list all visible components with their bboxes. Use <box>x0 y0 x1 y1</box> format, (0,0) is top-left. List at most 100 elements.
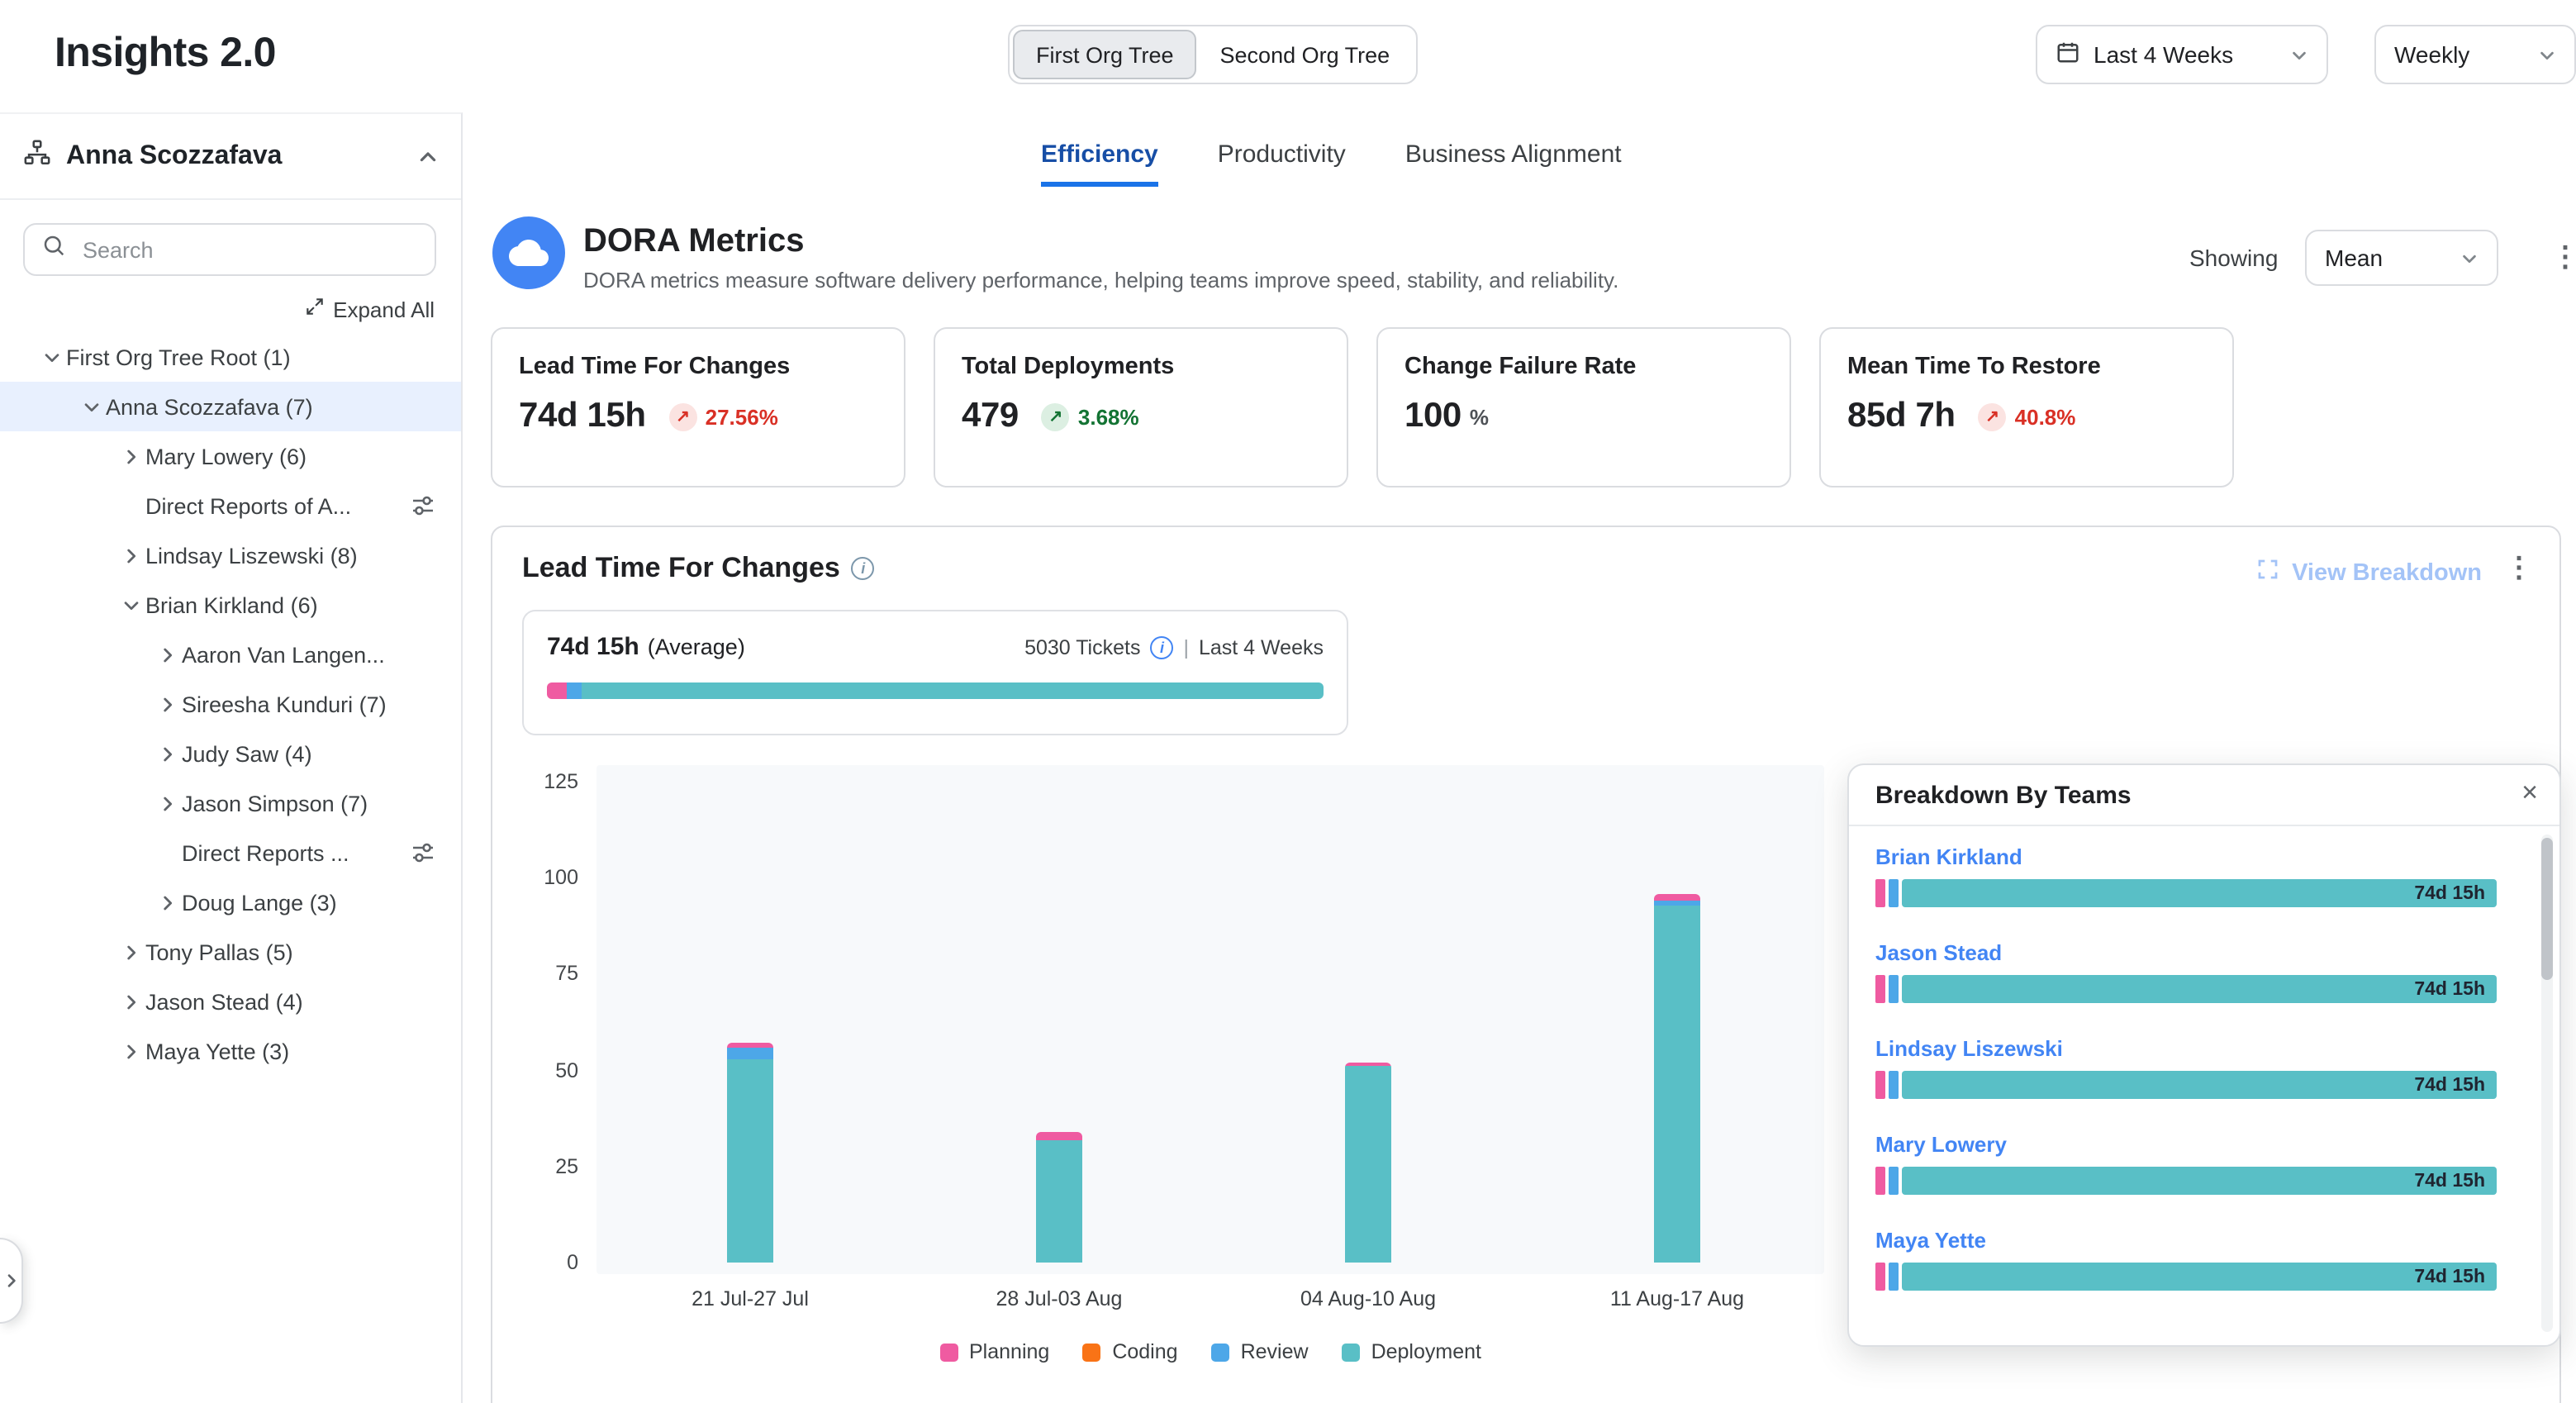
bar-stack[interactable] <box>1345 1063 1391 1263</box>
tree-item[interactable]: Judy Saw (4) <box>0 729 461 778</box>
team-value: 74d 15h <box>2414 883 2485 903</box>
review-segment <box>1889 1263 1899 1291</box>
info-icon[interactable]: i <box>1150 635 1173 659</box>
chevron-right-icon[interactable] <box>116 447 145 465</box>
app-title: Insights 2.0 <box>55 30 276 78</box>
scrollbar-thumb[interactable] <box>2541 838 2553 980</box>
chevron-right-icon[interactable] <box>152 695 182 713</box>
lead-time-title-text: Lead Time For Changes <box>522 552 840 585</box>
chevron-right-icon[interactable] <box>152 744 182 763</box>
separator: | <box>1183 635 1189 659</box>
kebab-menu-icon[interactable]: ⋮ <box>2505 554 2533 582</box>
team-bar: 74d 15h <box>1875 975 2497 1003</box>
chevron-up-icon[interactable] <box>418 146 438 166</box>
calendar-icon <box>2056 40 2080 69</box>
y-tick-label: 25 <box>509 1153 578 1180</box>
team-link[interactable]: Lindsay Liszewski <box>1875 1036 2497 1061</box>
tree-item[interactable]: Brian Kirkland (6) <box>0 580 461 630</box>
tree-item[interactable]: Aaron Van Langen... <box>0 630 461 679</box>
metric-card: Lead Time For Changes74d 15h↗27.56% <box>491 327 905 487</box>
chevron-right-icon[interactable] <box>116 992 145 1011</box>
bar-stack[interactable] <box>727 1044 773 1263</box>
sidebar-user-header[interactable]: Anna Scozzafava <box>0 114 461 200</box>
filter-icon[interactable] <box>411 494 435 517</box>
kebab-menu-icon[interactable]: ⋮ <box>2551 243 2576 271</box>
deployment-segment <box>1654 905 1700 1263</box>
deployment-segment <box>1036 1139 1082 1263</box>
legend-label: Deployment <box>1371 1340 1481 1363</box>
legend-label: Planning <box>969 1340 1049 1363</box>
planning-segment <box>1036 1132 1082 1139</box>
review-segment <box>1889 975 1899 1003</box>
legend-item: Deployment <box>1342 1340 1481 1363</box>
legend-item: Review <box>1211 1340 1309 1363</box>
review-segment <box>1889 1167 1899 1195</box>
aggregation-select[interactable]: Mean <box>2305 230 2498 286</box>
tree-item[interactable]: Mary Lowery (6) <box>0 431 461 481</box>
tree-item[interactable]: Lindsay Liszewski (8) <box>0 530 461 580</box>
team-bar: 74d 15h <box>1875 879 2497 907</box>
team-value: 74d 15h <box>2414 1075 2485 1095</box>
team-value: 74d 15h <box>2414 1171 2485 1191</box>
review-segment <box>1889 1071 1899 1099</box>
tree-item[interactable]: Tony Pallas (5) <box>0 927 461 977</box>
bar-stack[interactable] <box>1036 1132 1082 1263</box>
metric-card-title: Mean Time To Restore <box>1847 354 2206 380</box>
close-icon[interactable]: × <box>2521 777 2538 810</box>
search-input[interactable] <box>79 235 418 264</box>
chevron-down-icon[interactable] <box>36 348 66 366</box>
tree-item[interactable]: Maya Yette (3) <box>0 1026 461 1076</box>
main-tabs: Efficiency Productivity Business Alignme… <box>1041 140 1622 187</box>
metric-card: Total Deployments479↗3.68% <box>934 327 1348 487</box>
team-link[interactable]: Brian Kirkland <box>1875 844 2497 869</box>
chevron-down-icon <box>2538 45 2556 64</box>
bar-stack[interactable] <box>1654 893 1700 1263</box>
org-tree-toggle-first[interactable]: First Org Tree <box>1013 30 1197 79</box>
tree-item[interactable]: Direct Reports of A... <box>0 481 461 530</box>
granularity-select[interactable]: Weekly <box>2374 25 2576 84</box>
tab-productivity[interactable]: Productivity <box>1218 140 1346 187</box>
tree-item[interactable]: Doug Lange (3) <box>0 877 461 927</box>
chevron-right-icon[interactable] <box>152 794 182 812</box>
tree-item-label: Judy Saw (4) <box>182 741 312 766</box>
tree-item[interactable]: Jason Simpson (7) <box>0 778 461 828</box>
chevron-down-icon[interactable] <box>76 397 106 416</box>
top-bar: Insights 2.0 First Org Tree Second Org T… <box>0 0 2576 112</box>
y-tick-label: 100 <box>509 864 578 891</box>
filter-icon[interactable] <box>411 841 435 864</box>
team-bar: 74d 15h <box>1875 1167 2497 1195</box>
chevron-right-icon[interactable] <box>152 645 182 663</box>
team-link[interactable]: Mary Lowery <box>1875 1132 2497 1157</box>
tree-item[interactable]: Sireesha Kunduri (7) <box>0 679 461 729</box>
tree-item[interactable]: Anna Scozzafava (7) <box>0 382 461 431</box>
info-icon[interactable]: i <box>852 557 875 580</box>
chevron-right-icon[interactable] <box>116 943 145 961</box>
chevron-right-icon[interactable] <box>152 893 182 911</box>
sidebar-collapse-handle[interactable] <box>0 1238 23 1324</box>
tree-item[interactable]: Direct Reports ... <box>0 828 461 877</box>
chevron-right-icon[interactable] <box>116 1042 145 1060</box>
tab-efficiency[interactable]: Efficiency <box>1041 140 1158 187</box>
range-label: Last 4 Weeks <box>1199 635 1324 659</box>
tab-business-alignment[interactable]: Business Alignment <box>1405 140 1622 187</box>
team-link[interactable]: Maya Yette <box>1875 1228 2497 1253</box>
legend-swatch <box>1211 1343 1229 1361</box>
team-link[interactable]: Jason Stead <box>1875 940 2497 965</box>
chart-legend: PlanningCodingReviewDeployment <box>596 1340 1824 1363</box>
chevron-down-icon[interactable] <box>116 596 145 614</box>
chevron-down-icon <box>2290 45 2308 64</box>
view-breakdown-button[interactable]: View Breakdown <box>2255 557 2482 588</box>
expand-all-button[interactable]: Expand All <box>303 296 435 322</box>
sidebar-search[interactable] <box>23 223 436 276</box>
tree-item[interactable]: Jason Stead (4) <box>0 977 461 1026</box>
chevron-right-icon[interactable] <box>116 546 145 564</box>
breakdown-row: Jason Stead 74d 15h <box>1875 940 2497 1003</box>
deployment-segment: 74d 15h <box>1902 975 2497 1003</box>
date-range-select[interactable]: Last 4 Weeks <box>2036 25 2328 84</box>
org-tree-toggle-second[interactable]: Second Org Tree <box>1197 30 1414 79</box>
tree-item[interactable]: First Org Tree Root (1) <box>0 332 461 382</box>
y-tick-label: 75 <box>509 961 578 987</box>
metric-card-value: 479 <box>962 397 1019 436</box>
metric-card-value: 85d 7h <box>1847 397 1956 436</box>
tree-item-label: Sireesha Kunduri (7) <box>182 692 387 716</box>
